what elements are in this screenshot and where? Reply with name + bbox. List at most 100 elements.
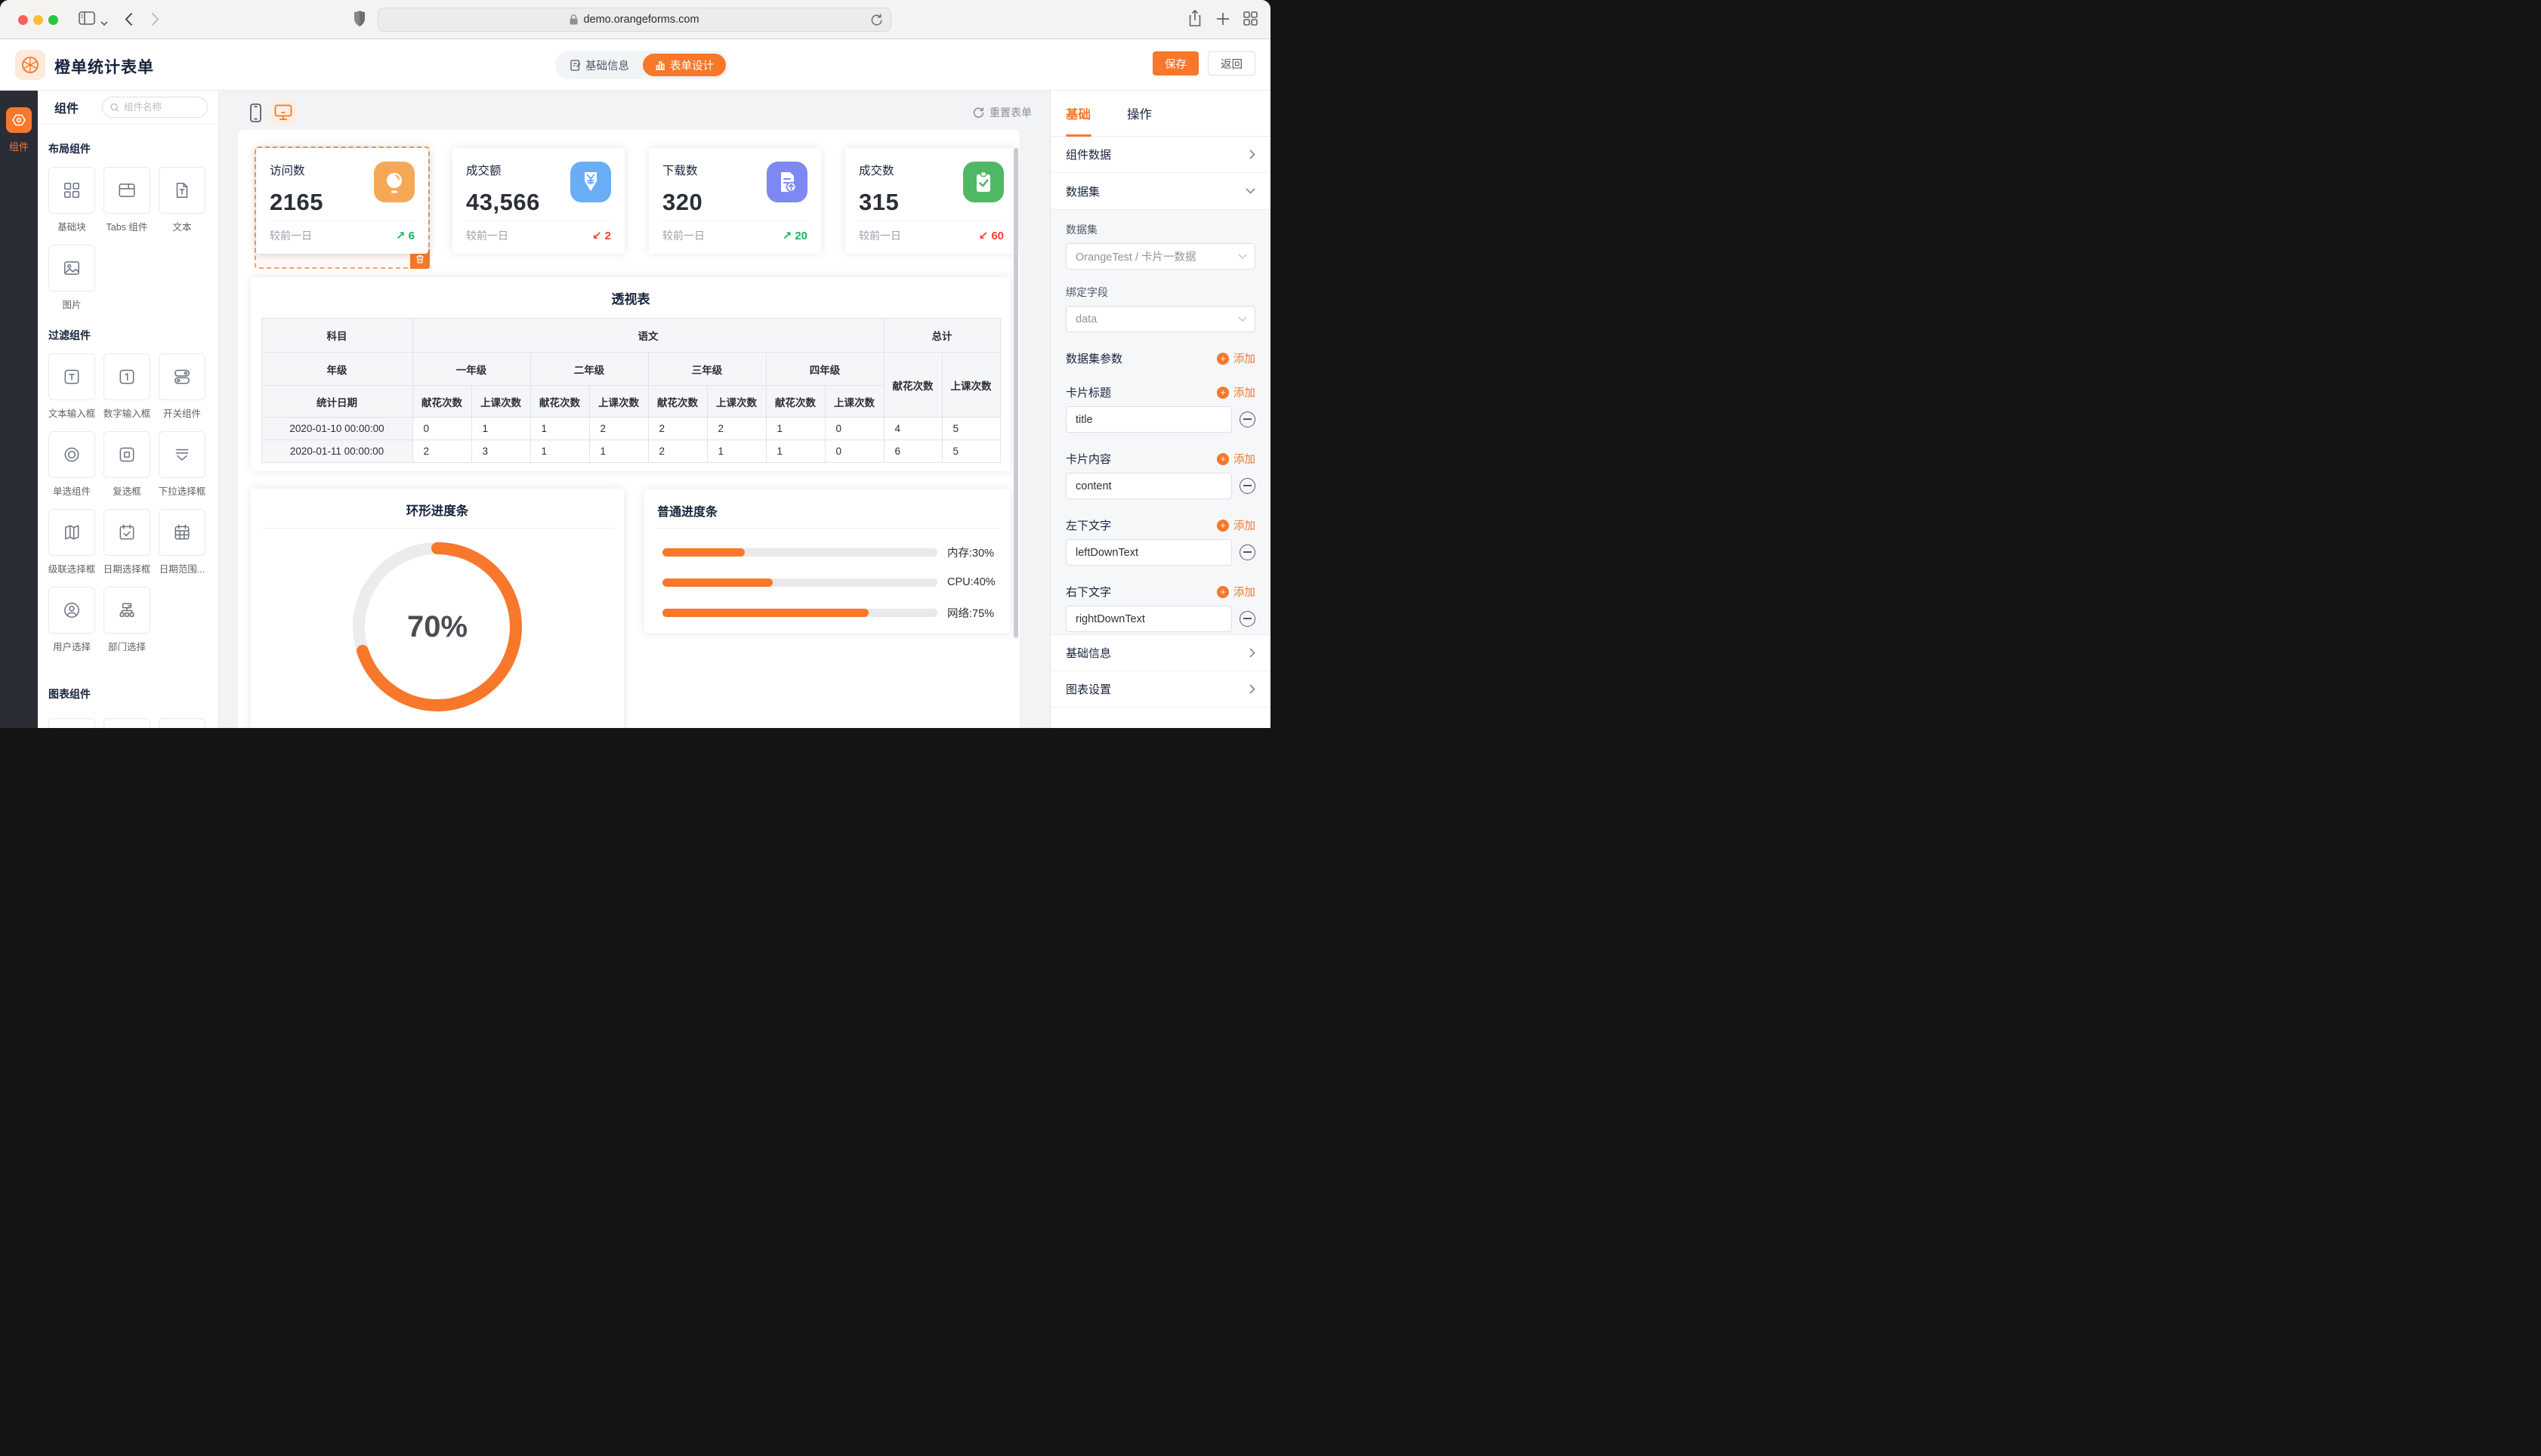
chevron-down-icon xyxy=(1238,316,1247,322)
rail-components-label[interactable]: 组件 xyxy=(0,139,38,153)
trend-arrow: ↙ xyxy=(592,230,602,242)
back-button-app[interactable]: 返回 xyxy=(1208,51,1255,76)
cascader-map-icon xyxy=(62,523,82,542)
palette-item-text-input[interactable]: 文本输入框 xyxy=(48,353,95,420)
row-chart-settings[interactable]: 图表设置 xyxy=(1051,671,1270,708)
forward-button[interactable] xyxy=(151,12,159,30)
dataset-params-row: 数据集参数 +添加 xyxy=(1066,350,1255,366)
card-title-row: 卡片标题 +添加 xyxy=(1066,384,1255,400)
tabs-layout-icon xyxy=(117,180,137,200)
minimize-window-button[interactable] xyxy=(33,15,43,25)
section-layout-components: 布局组件 xyxy=(48,141,218,156)
palette-item-user-select[interactable]: 用户选择 xyxy=(48,587,95,653)
pivot-table-widget[interactable]: 透视表 科目 语文 总计 年级 一年级 二年级 三年级 xyxy=(251,277,1011,471)
tab-overview-icon[interactable] xyxy=(1243,11,1258,29)
add-right-down-button[interactable]: +添加 xyxy=(1217,584,1255,600)
close-window-button[interactable] xyxy=(18,15,28,25)
save-button[interactable]: 保存 xyxy=(1153,51,1199,76)
number-input-icon xyxy=(117,367,137,387)
tab-form-design[interactable]: 表单设计 xyxy=(643,54,726,76)
component-search[interactable] xyxy=(102,97,208,118)
palette-item-tabs[interactable]: Tabs 组件 xyxy=(103,167,150,233)
stat-card-downloads[interactable]: 下载数 320 较前一日 ↗ 20 xyxy=(649,148,821,254)
grid-blocks-icon xyxy=(62,180,82,200)
remove-card-content-button[interactable] xyxy=(1240,478,1255,494)
rail-components-button[interactable] xyxy=(6,107,32,133)
org-chart-icon xyxy=(117,600,137,620)
palette-item-number-input[interactable]: 数字输入框 xyxy=(103,353,150,420)
palette-item-line-chart[interactable] xyxy=(48,718,95,728)
stat-card-revenue[interactable]: 成交额 43,566 较前一日 ↙ 2 xyxy=(452,148,625,254)
plus-icon: + xyxy=(1217,520,1229,532)
add-left-down-button[interactable]: +添加 xyxy=(1217,517,1255,533)
device-phone-toggle[interactable] xyxy=(242,100,268,125)
device-desktop-toggle[interactable] xyxy=(270,100,296,125)
chevron-down-icon xyxy=(1246,188,1255,194)
sidebar-toggle-icon[interactable] xyxy=(79,11,95,29)
card-content-input[interactable] xyxy=(1066,473,1232,499)
ring-progress-widget[interactable]: 环形进度条 70% xyxy=(251,489,624,728)
palette-item-select[interactable]: 下拉选择框 xyxy=(159,431,205,498)
reload-icon[interactable] xyxy=(870,14,883,30)
palette-item-pie-chart[interactable] xyxy=(159,718,205,728)
palette-item-date-range[interactable]: 日期范围... xyxy=(159,509,205,575)
url-text: demo.orangeforms.com xyxy=(583,14,699,26)
canvas-scrollbar[interactable] xyxy=(1014,148,1018,638)
zoom-window-button[interactable] xyxy=(48,15,58,25)
add-card-title-button[interactable]: +添加 xyxy=(1217,384,1255,400)
search-icon xyxy=(110,103,119,113)
mode-tab-group: 基础信息 表单设计 xyxy=(555,51,729,79)
left-down-text-input[interactable] xyxy=(1066,539,1232,566)
progress-bar-cpu: CPU:40% xyxy=(662,578,1000,587)
palette-item-image[interactable]: 图片 xyxy=(48,245,95,311)
tab-basic-info[interactable]: 基础信息 xyxy=(558,54,641,76)
address-bar[interactable]: demo.orangeforms.com xyxy=(378,8,891,32)
inspector-tab-basic[interactable]: 基础 xyxy=(1066,91,1091,137)
remove-card-title-button[interactable] xyxy=(1240,412,1255,427)
pivot-data-row: 2020-01-11 00:00:00 2311211065 xyxy=(261,440,1000,463)
palette-item-switch[interactable]: 开关组件 xyxy=(159,353,205,420)
right-down-text-input[interactable] xyxy=(1066,606,1232,632)
remove-right-down-button[interactable] xyxy=(1240,611,1255,627)
pivot-header-row-2: 年级 一年级 二年级 三年级 四年级 献花次数 上课次数 xyxy=(261,353,1000,386)
palette-item-date-picker[interactable]: 日期选择框 xyxy=(103,509,150,575)
pivot-title: 透视表 xyxy=(251,288,1011,307)
form-board: 访问数 2165 较前一日 ↗ 6 成交额 43,566 xyxy=(238,130,1020,728)
palette-item-text[interactable]: 文本 xyxy=(159,167,205,233)
card-content-row: 卡片内容 +添加 xyxy=(1066,451,1255,467)
date-check-icon xyxy=(117,523,137,542)
progress-bar-network: 网络:75% xyxy=(662,608,1000,617)
card-title-input[interactable] xyxy=(1066,406,1232,433)
privacy-shield-icon[interactable] xyxy=(354,10,366,32)
row-component-data[interactable]: 组件数据 xyxy=(1051,137,1270,173)
inspector-tab-action[interactable]: 操作 xyxy=(1127,91,1152,137)
search-input[interactable] xyxy=(124,102,199,113)
progress-title: 普通进度条 xyxy=(657,501,1011,520)
share-icon[interactable] xyxy=(1188,10,1202,31)
row-basic-info[interactable]: 基础信息 xyxy=(1051,635,1270,671)
pivot-table: 科目 语文 总计 年级 一年级 二年级 三年级 四年级 献花次数 上课次数 xyxy=(261,318,1001,463)
palette-item-radio[interactable]: 单选组件 xyxy=(48,431,95,498)
palette-item-checkbox[interactable]: 复选框 xyxy=(103,431,150,498)
app-logo xyxy=(15,50,45,80)
dropdown-icon xyxy=(172,445,192,464)
palette-item-bar-chart[interactable] xyxy=(103,718,150,728)
palette-item-cascader[interactable]: 级联选择框 xyxy=(48,509,95,575)
palette-item-dept-select[interactable]: 部门选择 xyxy=(103,587,150,653)
bind-field-select[interactable]: data xyxy=(1066,306,1255,332)
stat-card-deals[interactable]: 成交数 315 较前一日 ↙ 60 xyxy=(845,148,1017,254)
stat-card-visits[interactable]: 访问数 2165 较前一日 ↗ 6 xyxy=(256,148,428,254)
add-param-button[interactable]: +添加 xyxy=(1217,350,1255,366)
remove-left-down-button[interactable] xyxy=(1240,544,1255,560)
progress-bars-widget[interactable]: 普通进度条 内存:30% CPU:40% 网络:75% xyxy=(644,489,1011,633)
new-tab-icon[interactable] xyxy=(1216,12,1230,29)
back-button[interactable] xyxy=(125,12,133,30)
dataset-select[interactable]: OrangeTest / 卡片一数据 xyxy=(1066,243,1255,270)
plus-icon: + xyxy=(1217,387,1229,399)
add-card-content-button[interactable]: +添加 xyxy=(1217,451,1255,467)
palette-item-basic-block[interactable]: 基础块 xyxy=(48,167,95,233)
left-rail: 组件 xyxy=(0,91,38,728)
row-dataset-collapse[interactable]: 数据集 xyxy=(1051,173,1270,209)
chevron-down-icon[interactable] xyxy=(100,17,108,30)
reset-form-button[interactable]: 重置表单 xyxy=(973,105,1032,120)
